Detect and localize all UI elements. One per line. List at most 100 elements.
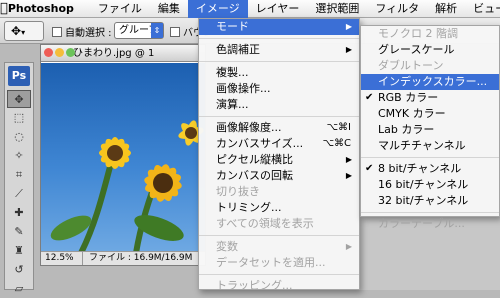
autoselect-checkbox[interactable]: 自動選択 : <box>52 24 112 39</box>
menu-filter[interactable]: フィルタ <box>367 0 427 18</box>
app-menu-photoshop[interactable]: Photoshop <box>8 2 74 15</box>
submenu-arrow-icon: ▶ <box>345 45 352 54</box>
zoom-level[interactable]: 12.5% <box>41 252 83 265</box>
photoshop-badge[interactable]: Ps <box>8 66 30 86</box>
move-tool-icon[interactable]: ✥ <box>7 90 31 108</box>
image-menu-item-label: 色調補正 <box>216 43 260 56</box>
slice-icon[interactable]: ⟋ <box>7 185 31 203</box>
image-menu-item-label: 演算... <box>216 98 249 111</box>
mode-submenu-item[interactable]: マルチチャンネル <box>361 138 499 154</box>
brush-icon[interactable]: ✎ <box>7 223 31 241</box>
menu-separator <box>199 274 359 275</box>
history-brush-icon[interactable]: ↺ <box>7 261 31 279</box>
mode-submenu-item-label: 8 bit/チャンネル <box>378 162 462 175</box>
document-title-bar[interactable]: ひまわり.jpg @ 1 <box>41 45 205 62</box>
image-menu-item[interactable]: 複製... <box>199 65 359 81</box>
file-size-info[interactable]: ファイル : 16.9M/16.9M <box>83 253 192 263</box>
image-menu-item: 変数 ▶ <box>199 239 359 255</box>
autoselect-target-select[interactable]: グループ ⇕ <box>114 22 164 39</box>
mode-submenu-item[interactable]: Lab カラー <box>361 122 499 138</box>
submenu-arrow-icon: ▶ <box>345 171 352 180</box>
chevron-updown-icon: ⇕ <box>151 23 163 38</box>
eraser-icon[interactable]: ▱ <box>7 280 31 298</box>
mode-submenu-item-label: マルチチャンネル <box>378 139 466 152</box>
submenu-arrow-icon: ▶ <box>345 242 352 251</box>
mode-submenu-item[interactable]: グレースケール <box>361 42 499 58</box>
menu-separator <box>199 61 359 62</box>
menu-analysis[interactable]: 解析 <box>427 0 465 18</box>
sunflower-image <box>50 120 204 253</box>
mode-submenu-item[interactable]: ✔ RGB カラー <box>361 90 499 106</box>
menu-layer[interactable]: レイヤー <box>248 0 308 18</box>
crop-icon[interactable]: ⌗ <box>7 166 31 184</box>
image-menu-item-label: 画像解像度... <box>216 121 282 134</box>
image-menu-item[interactable]: カンバスサイズ... ⌥⌘C <box>199 136 359 152</box>
close-icon[interactable] <box>44 48 53 57</box>
menu-edit[interactable]: 編集 <box>150 0 188 18</box>
image-menu-item[interactable]: トリミング... <box>199 200 359 216</box>
mode-submenu-item: モノクロ 2 階調 <box>361 26 499 42</box>
menu-view[interactable]: ビュー <box>465 0 500 18</box>
autoselect-label: 自動選択 : <box>65 28 112 39</box>
menu-separator <box>361 212 499 213</box>
image-menu-item[interactable]: 演算... <box>199 97 359 113</box>
mode-submenu: モノクロ 2 階調 グレースケール ダブルトーンインデックスカラー... ✔ RGB カ… <box>360 25 500 230</box>
image-menu-item-label: カンバスの回転 <box>216 169 293 182</box>
mode-submenu-item-label: CMYK カラー <box>378 107 446 120</box>
document-window: ひまわり.jpg @ 1 12.5% ファイル: 16.9M/16.9M <box>40 44 206 266</box>
image-menu-item[interactable]: 画像操作... <box>199 81 359 97</box>
mode-submenu-item-label: 16 bit/チャンネル <box>378 178 469 191</box>
image-canvas[interactable] <box>41 63 205 253</box>
image-menu-item-label: すべての領域を表示 <box>216 217 314 230</box>
image-menu-item-label: トラッピング... <box>216 279 293 292</box>
mode-submenu-item[interactable]: CMYK カラー <box>361 106 499 122</box>
image-menu-item: トラッピング... <box>199 278 359 294</box>
tool-preset-picker[interactable]: ✥▾ <box>4 21 44 41</box>
mode-submenu-item[interactable]: インデックスカラー... <box>361 74 499 90</box>
image-menu-item[interactable]: モード ▶ <box>199 19 359 35</box>
image-menu-item-label: データセットを適用... <box>216 256 326 269</box>
mode-submenu-item[interactable]: 16 bit/チャンネル <box>361 177 499 193</box>
apple-logo-icon[interactable]:  <box>0 1 8 16</box>
document-status-bar: 12.5% ファイル : 16.9M/16.9M <box>41 251 205 265</box>
image-menu-item[interactable]: カンバスの回転 ▶ <box>199 168 359 184</box>
mode-submenu-item-label: Lab カラー <box>378 123 435 136</box>
menu-select[interactable]: 選択範囲 <box>307 0 367 18</box>
submenu-arrow-icon: ▶ <box>345 155 352 164</box>
menu-image[interactable]: イメージ <box>187 0 248 18</box>
image-menu-item-label: 切り抜き <box>216 185 260 198</box>
checkmark-icon: ✔ <box>365 92 374 103</box>
healing-brush-icon[interactable]: ✚ <box>7 204 31 222</box>
magic-wand-icon[interactable]: ✧ <box>7 147 31 165</box>
submenu-arrow-icon: ▶ <box>345 22 352 31</box>
menu-separator <box>199 116 359 117</box>
checkbox-box[interactable] <box>170 26 180 37</box>
mode-submenu-item-label: インデックスカラー... <box>378 75 488 88</box>
image-menu-item: すべての領域を表示 <box>199 216 359 232</box>
image-menu-item-label: 変数 <box>216 240 238 253</box>
menu-separator <box>361 157 499 158</box>
lasso-icon[interactable]: ◌ <box>7 128 31 146</box>
window-controls <box>44 48 75 57</box>
image-menu-item-label: トリミング... <box>216 201 282 214</box>
image-menu-item[interactable]: 画像解像度... ⌥⌘I <box>199 120 359 136</box>
mode-submenu-item-label: RGB カラー <box>378 91 439 104</box>
menu-separator <box>199 38 359 39</box>
mode-submenu-item: カラーテーブル... <box>361 216 499 232</box>
image-menu-item: データセットを適用... <box>199 255 359 271</box>
minimize-icon[interactable] <box>55 48 64 57</box>
image-menu-item[interactable]: 色調補正 ▶ <box>199 42 359 58</box>
shortcut-label: ⌥⌘C <box>322 138 351 149</box>
mode-submenu-item[interactable]: ✔ 8 bit/チャンネル <box>361 161 499 177</box>
zoom-icon[interactable] <box>66 48 75 57</box>
image-menu-dropdown: モード ▶ 色調補正 ▶ 複製... 画像操作... 演算... 画像解像度... ⌥⌘I カンバ… <box>198 18 360 292</box>
checkbox-box[interactable] <box>52 26 62 37</box>
marquee-icon[interactable]: ⬚ <box>7 109 31 127</box>
mode-submenu-item[interactable]: 32 bit/チャンネル <box>361 193 499 209</box>
image-menu-item[interactable]: ピクセル縦横比 ▶ <box>199 152 359 168</box>
stamp-icon[interactable]: ♜ <box>7 242 31 260</box>
document-title: ひまわり.jpg @ 1 <box>73 48 155 59</box>
mode-submenu-item-label: 32 bit/チャンネル <box>378 194 469 207</box>
menu-file[interactable]: ファイル <box>90 0 150 18</box>
mode-submenu-item-label: ダブルトーン <box>378 59 444 72</box>
